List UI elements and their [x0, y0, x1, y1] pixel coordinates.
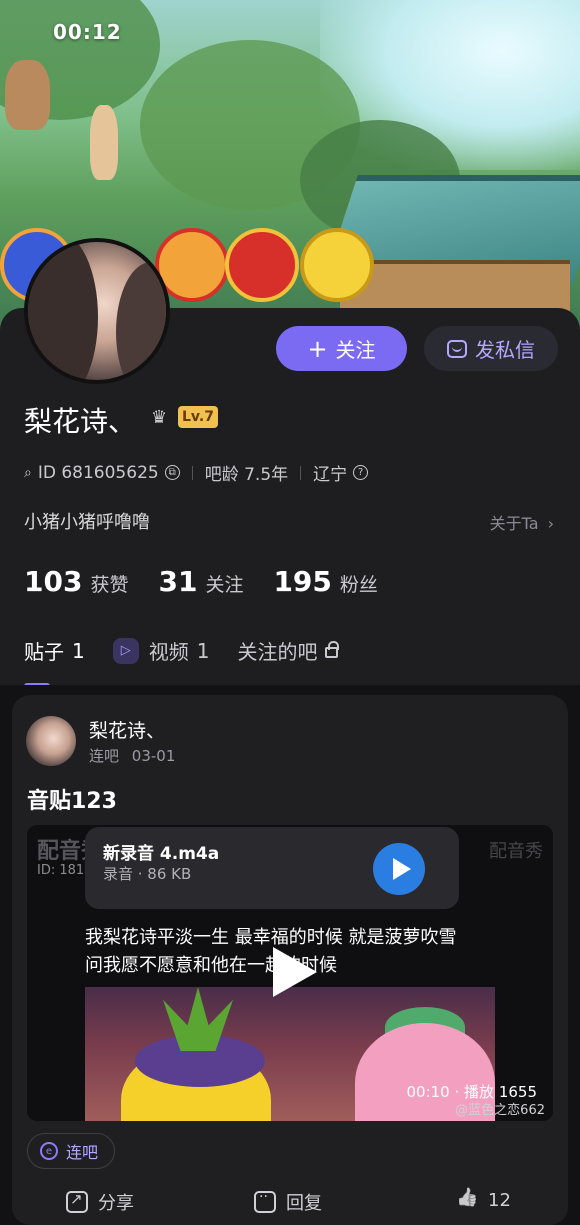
cartoon-character: [90, 105, 118, 180]
tab-followed-forums[interactable]: 关注的吧: [237, 636, 340, 665]
play-icon[interactable]: [267, 945, 317, 999]
tab-count: 1: [196, 638, 210, 663]
audio-file-info: 录音 · 86 KB: [103, 865, 192, 883]
avatar-hair: [28, 242, 98, 380]
chevron-right-icon: ›: [547, 514, 554, 533]
tab-label: 贴子: [24, 640, 64, 664]
stat-label: 获赞: [90, 574, 129, 596]
bar-age: 吧龄 7.5年: [204, 465, 289, 485]
tab-label: 关注的吧: [237, 640, 318, 664]
follow-button[interactable]: + 关注: [276, 326, 407, 371]
forum-chip[interactable]: e 连吧: [27, 1133, 116, 1169]
reply-label: 回复: [286, 1193, 322, 1214]
audio-play-icon: [373, 843, 425, 895]
stat-label: 关注: [205, 574, 244, 596]
stat-value: 195: [273, 565, 332, 598]
stat-followers[interactable]: 195 粉丝: [273, 565, 377, 598]
post-author-name[interactable]: 梨花诗、: [89, 716, 165, 743]
post-forum: 连吧: [89, 747, 120, 765]
profile-avatar[interactable]: [24, 238, 170, 384]
tab-posts[interactable]: 贴子 1: [24, 636, 85, 689]
audio-file-name: 新录音 4.m4a: [103, 844, 220, 864]
post-author-avatar[interactable]: [26, 716, 76, 766]
post-title: 音贴123: [27, 789, 117, 814]
about-label: 关于Ta: [489, 514, 539, 533]
share-label: 分享: [98, 1193, 134, 1214]
sticker-badge: [300, 228, 374, 302]
forum-icon: e: [40, 1142, 58, 1160]
stat-following[interactable]: 31 关注: [158, 565, 243, 598]
location: 辽宁: [313, 465, 348, 485]
copy-icon[interactable]: ⧉: [164, 465, 180, 480]
divider: [191, 465, 193, 480]
help-icon[interactable]: ?: [353, 465, 369, 480]
follow-label: 关注: [335, 338, 376, 362]
divider: [300, 465, 302, 480]
sticker-badge: [225, 228, 299, 302]
like-count: 12: [488, 1189, 511, 1211]
share-icon: [66, 1190, 88, 1213]
stat-value: 31: [158, 565, 198, 598]
profile-tabs: 贴子 1 ▷ 视频 1 关注的吧: [24, 636, 366, 689]
thumbs-up-icon: [456, 1189, 478, 1211]
user-id: ID 681605625: [37, 462, 159, 483]
reply-icon: [254, 1189, 276, 1213]
lock-icon: [325, 641, 340, 658]
forum-chip-label: 连吧: [66, 1143, 99, 1162]
search-icon: ⌕: [24, 464, 32, 481]
message-label: 发私信: [475, 338, 535, 362]
audio-card: 新录音 4.m4a 录音 · 86 KB: [85, 827, 459, 909]
post-meta: 连吧 03-01: [89, 745, 175, 766]
cartoon-character: [5, 60, 50, 130]
video-watermark: @蓝色之恋662: [455, 1103, 545, 1118]
video-duration: 00:10: [406, 1083, 450, 1101]
avatar-hair: [116, 262, 166, 380]
profile-bio: 小猪小猪呼噜噜: [24, 512, 150, 533]
reply-button[interactable]: 回复: [254, 1189, 322, 1215]
stat-likes[interactable]: 103 获赞: [24, 565, 128, 598]
stat-value: 103: [24, 565, 83, 598]
profile-stats: 103 获赞 31 关注 195 粉丝: [24, 565, 408, 598]
status-time: 00:12: [53, 20, 122, 44]
share-button[interactable]: 分享: [66, 1189, 134, 1215]
tab-videos[interactable]: ▷ 视频 1: [112, 636, 210, 665]
tab-label: 视频: [148, 640, 189, 664]
profile-meta: ⌕ ID 681605625 ⧉ 吧龄 7.5年 辽宁 ?: [24, 460, 369, 485]
message-icon: [447, 339, 467, 358]
about-link[interactable]: 关于Ta ›: [490, 510, 554, 534]
post-video[interactable]: 配音秀 ID: 1812735 配音秀 新录音 4.m4a 录音 · 86 KB…: [27, 825, 553, 1121]
watermark-app: 配音秀: [489, 841, 543, 862]
plus-icon: +: [307, 334, 328, 363]
like-button[interactable]: 12: [456, 1189, 511, 1211]
stat-label: 粉丝: [339, 574, 378, 596]
message-button[interactable]: 发私信: [424, 326, 558, 371]
profile-name: 梨花诗、: [24, 405, 137, 438]
post-date: 03-01: [131, 747, 176, 765]
crown-icon: ♛: [151, 407, 168, 428]
video-icon: ▷: [112, 637, 139, 664]
level-badge: Lv.7: [178, 406, 218, 428]
tab-count: 1: [72, 638, 85, 663]
